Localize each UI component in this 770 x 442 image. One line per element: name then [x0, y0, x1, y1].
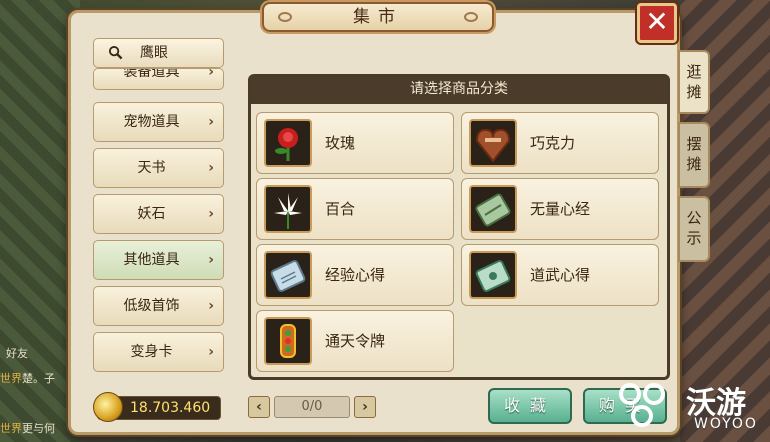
category-label: 妖石 [137, 206, 166, 222]
tab-label-char: 示 [686, 229, 702, 247]
watermark-subtext: WOYOO [694, 416, 758, 432]
item-rose[interactable]: 玫瑰 [256, 112, 454, 174]
item-label: 巧克力 [530, 134, 576, 152]
tab-label-char: 摆 [686, 135, 702, 153]
eagle-eye-search-button[interactable]: 鹰眼 [93, 38, 224, 68]
rose-icon [264, 119, 312, 167]
item-wuliang-sutra[interactable]: 无量心经 [461, 178, 659, 240]
item-label: 通天令牌 [325, 332, 386, 350]
experience-scroll-icon [264, 251, 312, 299]
chevron-right-icon: › [208, 160, 214, 176]
tab-set-up-stall[interactable]: 摆摊 [678, 122, 710, 188]
category-label: 低级首饰 [123, 298, 180, 314]
category-label: 宠物道具 [123, 114, 180, 130]
item-experience-notes[interactable]: 经验心得 [256, 244, 454, 306]
jade-scroll-icon [469, 185, 517, 233]
tab-label-char: 公 [686, 209, 702, 227]
lily-icon [264, 185, 312, 233]
chevron-left-icon: ‹ [256, 399, 262, 415]
page-indicator-text: 0/0 [301, 399, 323, 414]
tab-label: 逛摊 [680, 62, 708, 102]
tab-label-char: 摊 [686, 155, 702, 173]
category-heavenly-book[interactable]: 天书 › [93, 148, 224, 188]
chevron-right-icon: › [208, 114, 214, 130]
category-other-items[interactable]: 其他道具 › [93, 240, 224, 280]
window-title: 集市 [262, 2, 494, 32]
item-label: 无量心经 [530, 200, 591, 218]
chevron-right-icon: › [208, 206, 214, 222]
item-label: 道武心得 [530, 266, 591, 284]
chocolate-icon [469, 119, 517, 167]
title-ornament-left [278, 12, 292, 22]
chevron-right-icon: › [208, 298, 214, 314]
category-equipment[interactable]: 装备道具 › [93, 68, 224, 90]
category-label: 其他道具 [123, 252, 180, 268]
tab-label-char: 摊 [686, 83, 702, 101]
page-indicator: 0/0 [274, 396, 350, 418]
category-demon-stone[interactable]: 妖石 › [93, 194, 224, 234]
chat-channel: 世界 [0, 422, 22, 435]
prev-page-button[interactable]: ‹ [248, 396, 270, 418]
chevron-right-icon: › [208, 68, 214, 80]
gold-amount: 18.703.460 [130, 400, 211, 416]
woyoo-watermark: 沃游 WOYOO [610, 372, 770, 442]
item-daowu-notes[interactable]: 道武心得 [461, 244, 659, 306]
item-grid-header: 请选择商品分类 [250, 76, 668, 104]
chat-line: 世界楚。子 [0, 370, 55, 386]
item-label: 百合 [325, 200, 356, 218]
search-icon [108, 45, 123, 60]
title-ornament-right [464, 12, 478, 22]
favorite-button[interactable]: 收藏 [488, 388, 572, 424]
item-grid-header-text: 请选择商品分类 [410, 81, 508, 97]
item-chocolate[interactable]: 巧克力 [461, 112, 659, 174]
tab-label: 公示 [680, 208, 708, 248]
chevron-right-icon: › [208, 344, 214, 360]
chevron-right-icon: › [362, 399, 368, 415]
category-label: 天书 [137, 160, 166, 176]
gold-coin-icon[interactable] [93, 392, 123, 422]
tab-browse-stalls[interactable]: 逛摊 [678, 50, 710, 114]
next-page-button[interactable]: › [354, 396, 376, 418]
search-label: 鹰眼 [140, 45, 168, 61]
token-icon [264, 317, 312, 365]
category-low-jewelry[interactable]: 低级首饰 › [93, 286, 224, 326]
friend-label[interactable]: 好友 [6, 345, 28, 361]
tab-announcement[interactable]: 公示 [678, 196, 710, 262]
item-label: 经验心得 [325, 266, 386, 284]
category-transform-card[interactable]: 变身卡 › [93, 332, 224, 372]
chat-line: 世界更与何 [0, 420, 55, 436]
chat-text: 楚。子 [22, 372, 55, 385]
category-pet-items[interactable]: 宠物道具 › [93, 102, 224, 142]
chat-channel: 世界 [0, 372, 22, 385]
tab-label: 摆摊 [680, 134, 708, 174]
item-tongtian-token[interactable]: 通天令牌 [256, 310, 454, 372]
chevron-right-icon: › [208, 252, 214, 268]
tab-label-char: 逛 [686, 63, 702, 81]
item-label: 玫瑰 [325, 134, 356, 152]
woyoo-logo-icon [619, 383, 665, 427]
item-lily[interactable]: 百合 [256, 178, 454, 240]
friend-label-text: 好友 [6, 347, 28, 360]
chat-text: 更与何 [22, 422, 55, 435]
window-title-text: 集市 [353, 7, 403, 27]
close-button[interactable]: ✕ [637, 3, 677, 43]
close-icon: ✕ [645, 5, 669, 38]
daowu-scroll-icon [469, 251, 517, 299]
category-label: 变身卡 [130, 344, 173, 360]
category-label: 装备道具 [123, 68, 180, 80]
favorite-button-label: 收藏 [503, 396, 556, 415]
